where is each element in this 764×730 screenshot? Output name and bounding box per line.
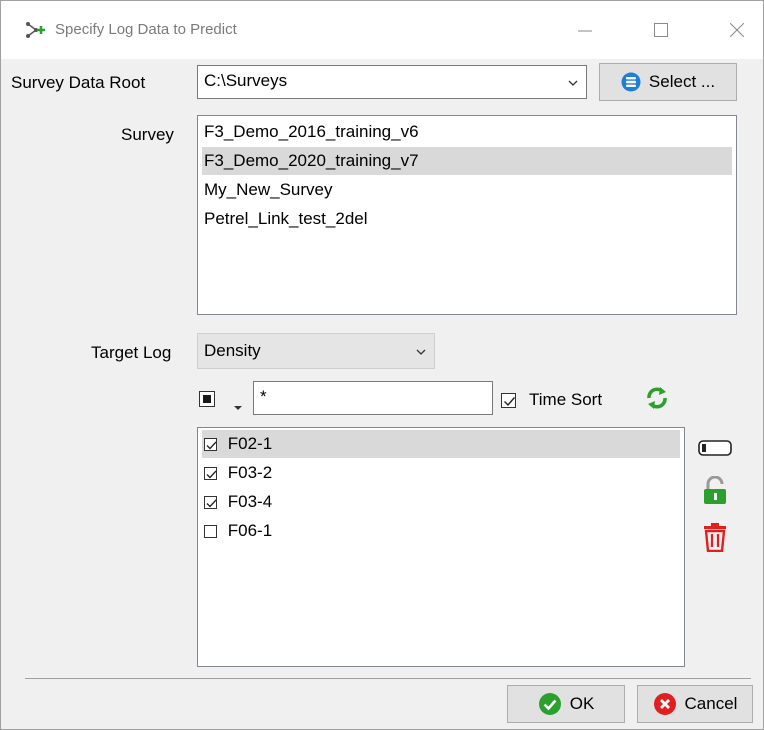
cancel-button[interactable]: Cancel: [637, 685, 753, 723]
well-list-item[interactable]: F03-2: [202, 459, 680, 487]
delete-button[interactable]: [697, 519, 733, 555]
select-all-checkbox[interactable]: [199, 391, 215, 407]
cancel-circle-icon: [653, 693, 676, 715]
time-sort-label: Time Sort: [529, 390, 603, 409]
unlock-button[interactable]: [697, 473, 733, 509]
database-icon: [621, 72, 641, 92]
well-checkbox-unchecked[interactable]: [204, 525, 217, 539]
minimize-button[interactable]: [565, 13, 605, 47]
survey-label: Survey: [121, 125, 174, 144]
toggle-all-button[interactable]: [695, 431, 735, 465]
check-icon: [206, 441, 217, 450]
footer-separator: [25, 678, 751, 679]
survey-list-item[interactable]: Petrel_Link_test_2del: [202, 205, 732, 233]
dialog-window: Specify Log Data to Predict Survey Data …: [0, 0, 764, 730]
select-button-label: Select ...: [648, 72, 716, 91]
ok-label: OK: [569, 694, 595, 713]
refresh-icon: [647, 387, 667, 409]
well-label: F03-2: [227, 463, 273, 482]
well-label: F02-1: [227, 434, 273, 453]
title-bar: Specify Log Data to Predict: [1, 1, 763, 59]
time-sort-checkbox[interactable]: [501, 390, 516, 410]
check-icon: [206, 499, 217, 508]
filter-value: *: [260, 387, 267, 406]
well-list-item-selected[interactable]: F02-1: [202, 430, 680, 458]
well-label: F03-4: [227, 492, 273, 511]
app-icon: [25, 21, 47, 44]
chevron-down-icon: [568, 80, 578, 86]
survey-data-root-label: Survey Data Root: [11, 73, 146, 92]
select-options-dropdown[interactable]: [233, 397, 243, 417]
survey-list[interactable]: F3_Demo_2016_training_v6 F3_Demo_2020_tr…: [197, 115, 737, 315]
well-list-item[interactable]: F03-4: [202, 488, 680, 516]
target-log-label: Target Log: [91, 343, 172, 362]
target-log-value: Density: [204, 341, 261, 360]
check-circle-icon: [538, 693, 561, 715]
survey-list-item[interactable]: My_New_Survey: [202, 176, 732, 204]
well-checkbox-checked[interactable]: [204, 467, 217, 481]
well-checkbox-checked[interactable]: [204, 438, 217, 452]
close-button[interactable]: [717, 13, 757, 47]
well-label: F06-1: [227, 521, 273, 540]
survey-list-item-selected[interactable]: F3_Demo_2020_training_v7: [202, 147, 732, 175]
well-checkbox-checked[interactable]: [204, 496, 217, 510]
well-list-item[interactable]: F06-1: [202, 517, 680, 545]
filter-input[interactable]: *: [253, 381, 493, 415]
survey-data-root-combo[interactable]: C:\Surveys: [197, 65, 587, 99]
ok-button[interactable]: OK: [507, 685, 625, 723]
check-icon: [206, 470, 217, 479]
toggle-icon: [698, 440, 732, 456]
caret-down-icon: [234, 406, 242, 410]
unlock-icon: [704, 476, 726, 504]
chevron-down-icon: [416, 349, 426, 355]
window-title: Specify Log Data to Predict: [55, 21, 237, 38]
cancel-label: Cancel: [684, 694, 738, 713]
survey-list-item[interactable]: F3_Demo_2016_training_v6: [202, 118, 732, 146]
target-log-combo[interactable]: Density: [197, 333, 435, 369]
maximize-button[interactable]: [641, 13, 681, 47]
survey-data-root-value: C:\Surveys: [204, 71, 288, 90]
select-folder-button[interactable]: Select ...: [599, 63, 737, 101]
check-icon: [504, 397, 516, 407]
well-list[interactable]: F02-1 F03-2 F03-4 F06-1: [197, 427, 685, 667]
refresh-button[interactable]: [639, 381, 675, 415]
trash-icon: [704, 523, 726, 552]
